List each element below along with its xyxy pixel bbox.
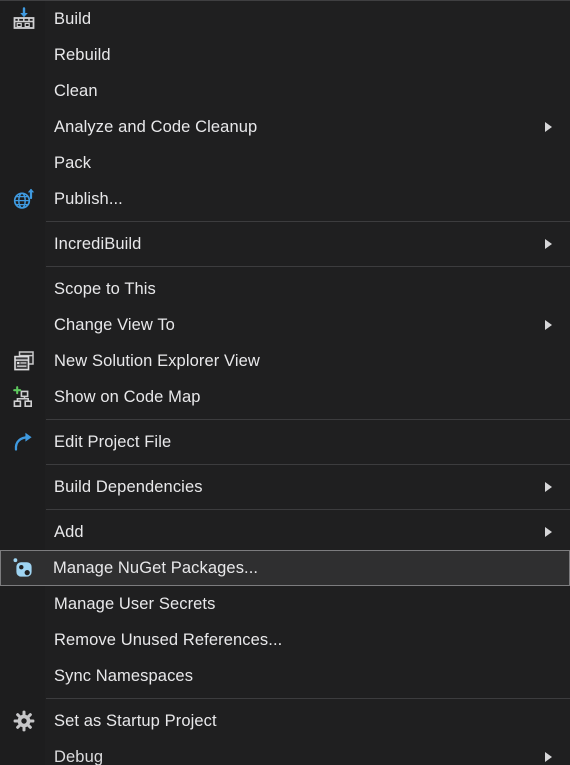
- menu-item-label: Build: [54, 9, 92, 28]
- menu-item-new-solution-explorer-view[interactable]: New Solution Explorer View: [0, 343, 570, 379]
- menu-item-pack[interactable]: Pack: [0, 145, 570, 181]
- nuget-icon: [7, 554, 39, 582]
- submenu-arrow-icon: [545, 122, 552, 132]
- separator-line: [46, 698, 570, 699]
- gear-icon: [8, 707, 40, 735]
- menu-item-manage-user-secrets[interactable]: Manage User Secrets: [0, 586, 570, 622]
- menu-item-label: Change View To: [54, 315, 175, 334]
- project-context-menu: Build Rebuild Clean Analyze and Code Cleanu…: [0, 0, 570, 765]
- menu-item-change-view-to[interactable]: Change View To: [0, 307, 570, 343]
- menu-item-label: Set as Startup Project: [54, 711, 217, 730]
- menu-item-label: Rebuild: [54, 45, 111, 64]
- submenu-arrow-icon: [545, 239, 552, 249]
- submenu-arrow-icon: [545, 752, 552, 762]
- build-icon: [8, 5, 40, 33]
- menu-item-label: Debug: [54, 747, 104, 765]
- separator-line: [46, 266, 570, 267]
- menu-item-edit-project-file[interactable]: Edit Project File: [0, 424, 570, 460]
- submenu-arrow-icon: [545, 320, 552, 330]
- menu-item-clean[interactable]: Clean: [0, 73, 570, 109]
- menu-item-build-dependencies[interactable]: Build Dependencies: [0, 469, 570, 505]
- menu-item-build[interactable]: Build: [0, 1, 570, 37]
- menu-item-sync-namespaces[interactable]: Sync Namespaces: [0, 658, 570, 694]
- menu-item-set-as-startup-project[interactable]: Set as Startup Project: [0, 703, 570, 739]
- menu-item-label: New Solution Explorer View: [54, 351, 260, 370]
- menu-item-debug[interactable]: Debug: [0, 739, 570, 765]
- menu-item-list: Build Rebuild Clean Analyze and Code Cleanu…: [0, 1, 570, 765]
- menu-item-label: Remove Unused References...: [54, 630, 283, 649]
- menu-item-label: Manage NuGet Packages...: [53, 558, 259, 577]
- submenu-arrow-icon: [545, 527, 552, 537]
- menu-item-label: Manage User Secrets: [54, 594, 216, 613]
- menu-item-label: Show on Code Map: [54, 387, 201, 406]
- submenu-arrow-icon: [545, 482, 552, 492]
- menu-item-manage-nuget-packages[interactable]: Manage NuGet Packages...: [0, 550, 570, 586]
- separator-line: [46, 419, 570, 420]
- menu-item-add[interactable]: Add: [0, 514, 570, 550]
- code-map-icon: [8, 383, 40, 411]
- separator-line: [46, 509, 570, 510]
- menu-separator: [0, 460, 570, 469]
- menu-item-label: Clean: [54, 81, 98, 100]
- menu-item-label: Pack: [54, 153, 92, 172]
- menu-item-label: Analyze and Code Cleanup: [54, 117, 258, 136]
- separator-line: [46, 221, 570, 222]
- menu-separator: [0, 505, 570, 514]
- menu-item-publish[interactable]: Publish...: [0, 181, 570, 217]
- menu-item-label: Publish...: [54, 189, 123, 208]
- menu-separator: [0, 217, 570, 226]
- menu-item-label: Scope to This: [54, 279, 156, 298]
- publish-globe-icon: [8, 185, 40, 213]
- menu-item-label: IncrediBuild: [54, 234, 142, 253]
- menu-item-analyze-cleanup[interactable]: Analyze and Code Cleanup: [0, 109, 570, 145]
- menu-item-scope-to-this[interactable]: Scope to This: [0, 271, 570, 307]
- menu-item-label: Edit Project File: [54, 432, 172, 451]
- menu-item-label: Build Dependencies: [54, 477, 203, 496]
- menu-separator: [0, 415, 570, 424]
- menu-separator: [0, 694, 570, 703]
- menu-item-label: Add: [54, 522, 84, 541]
- edit-project-arrow-icon: [8, 428, 40, 456]
- menu-item-remove-unused-references[interactable]: Remove Unused References...: [0, 622, 570, 658]
- menu-item-show-on-code-map[interactable]: Show on Code Map: [0, 379, 570, 415]
- menu-item-incredibuild[interactable]: IncrediBuild: [0, 226, 570, 262]
- menu-item-rebuild[interactable]: Rebuild: [0, 37, 570, 73]
- solution-explorer-window-icon: [8, 347, 40, 375]
- separator-line: [46, 464, 570, 465]
- menu-item-label: Sync Namespaces: [54, 666, 194, 685]
- menu-separator: [0, 262, 570, 271]
